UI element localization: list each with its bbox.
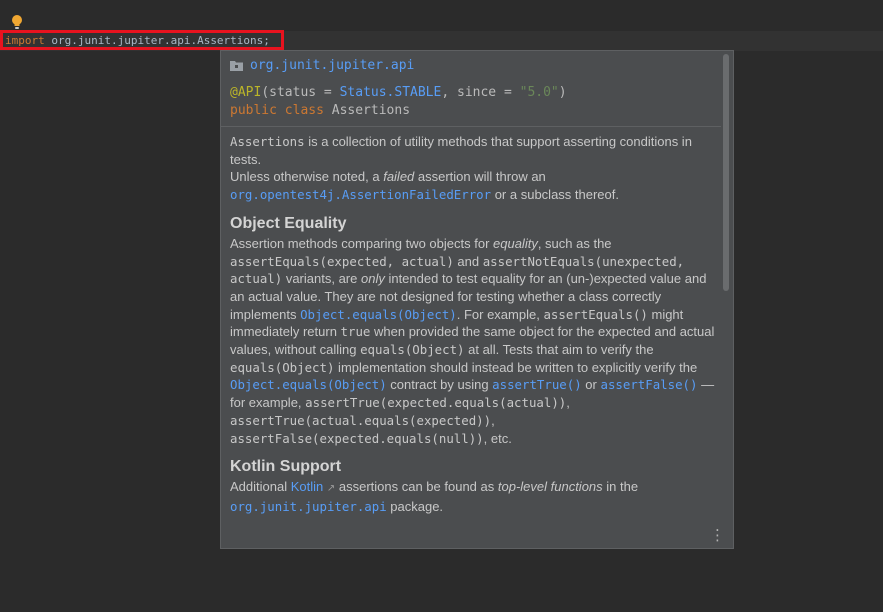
equality-text: implementation should instead be written… [334,359,698,375]
class-name: Assertions [331,103,411,118]
only-emphasis: only [360,271,385,287]
code-example: assertTrue(actual.equals(expected)) [230,412,492,428]
equality-text: and [453,253,483,269]
equality-text: contract by using [386,377,493,393]
annotation-close: ) [558,85,567,100]
status-stable-link[interactable]: Status.STABLE [340,85,442,100]
since-value: "5.0" [519,85,559,100]
code-example: assertFalse(expected.equals(null)) [230,430,484,446]
intro-text: or a subclass thereof. [491,187,619,203]
class-modifiers: public class [230,103,332,118]
equality-paragraph: Assertion methods comparing two objects … [230,235,715,447]
equality-text: . For example, [456,306,544,322]
section-heading-kotlin-support: Kotlin Support [230,458,342,476]
code-equals-object: equals(Object) [360,342,465,358]
code-assert-equals-call: assertEquals() [543,306,648,322]
package-link[interactable]: org.junit.jupiter.api [250,58,414,73]
code-example: assertTrue(expected.equals(actual)) [305,395,567,411]
equality-text: variants, are [282,271,361,287]
lightbulb-icon[interactable] [11,14,23,30]
more-options-icon[interactable]: ⋮ [710,528,725,543]
kotlin-text: assertions can be found as [335,479,498,495]
scrollbar-thumb[interactable] [723,54,729,291]
kotlin-paragraph: Additional Kotlin ↗ assertions can be fo… [230,478,715,515]
code-true: true [340,324,371,340]
documentation-body: Assertions is a collection of utility me… [230,133,715,516]
since-label: , since = [441,85,520,100]
equality-text: , such as the [537,235,612,251]
intro-text: Unless otherwise noted, a [230,169,384,185]
class-signature: @API(status = Status.STABLE, since = "5.… [230,84,567,120]
annotation: @API [230,85,262,100]
section-heading-object-equality: Object Equality [230,214,347,232]
equality-text: at all. Tests that aim to verify the [464,342,654,358]
intro-text: assertion will throw an [414,169,546,185]
external-link-icon: ↗ [326,483,336,495]
equality-text: , [491,412,495,428]
code-assert-equals: assertEquals(expected, actual) [230,253,454,269]
class-code: Assertions [230,134,305,149]
intro-paragraph: Assertions is a collection of utility me… [230,133,715,204]
equality-text: Assertion methods comparing two objects … [230,235,494,251]
assert-true-link[interactable]: assertTrue() [492,377,582,392]
annotation-args: (status = [261,85,340,100]
assertion-failed-error-link[interactable]: org.opentest4j.AssertionFailedError [230,187,491,202]
package-link-inline[interactable]: org.junit.jupiter.api [230,499,387,514]
intro-emphasis: failed [383,169,415,185]
assert-false-link[interactable]: assertFalse() [600,377,697,392]
object-equals-contract-link[interactable]: Object.equals(Object) [230,377,387,392]
package-folder-icon [230,60,243,71]
kotlin-link[interactable]: Kotlin [291,479,324,494]
top-level-emphasis: top-level functions [497,479,603,495]
kotlin-text: Additional [230,479,291,495]
code-equals-object: equals(Object) [230,359,335,375]
kotlin-text: package. [386,498,444,514]
documentation-popup[interactable]: org.junit.jupiter.api @API(status = Stat… [220,50,734,549]
kotlin-text: in the [602,479,639,495]
divider [221,126,721,127]
equality-emphasis: equality [493,235,538,251]
equality-text: , etc. [483,430,512,446]
object-equals-link[interactable]: Object.equals(Object) [300,307,457,322]
import-highlight-box [0,30,284,50]
equality-text: , [566,395,570,411]
package-row: org.junit.jupiter.api [230,56,414,74]
equality-text: or [581,377,601,393]
